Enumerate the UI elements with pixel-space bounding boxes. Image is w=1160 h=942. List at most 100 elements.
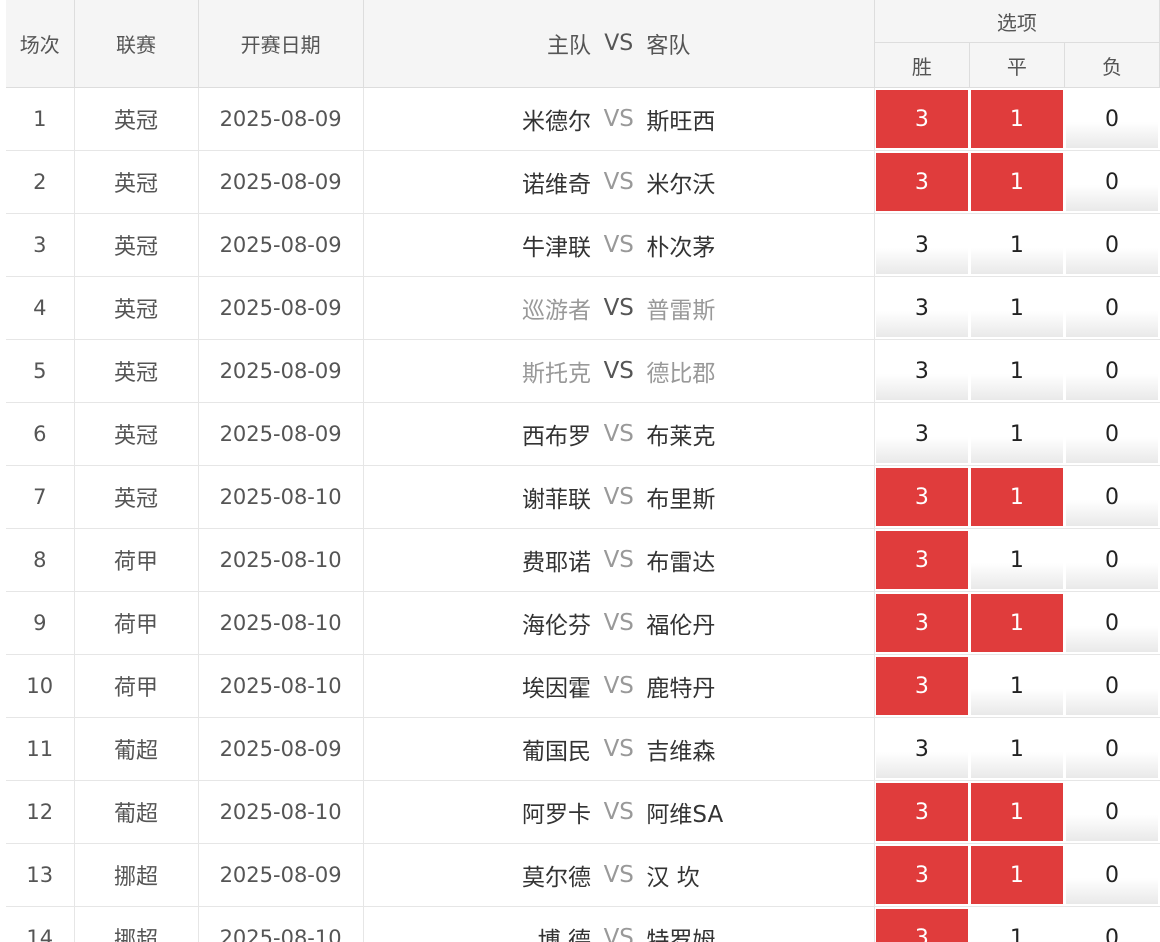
match-number: 10 <box>6 654 75 718</box>
home-team: 莫尔德 <box>522 865 592 891</box>
option-lose-button[interactable]: 0 <box>1065 90 1158 148</box>
away-team: 朴次茅 <box>646 235 716 261</box>
away-team: 阿维SA <box>646 802 724 828</box>
option-win-button[interactable]: 3 <box>875 468 968 526</box>
league-name: 英冠 <box>74 339 199 403</box>
option-lose-button[interactable]: 0 <box>1065 657 1158 715</box>
option-win-button[interactable]: 3 <box>875 153 968 211</box>
option-draw-button[interactable]: 1 <box>970 720 1063 778</box>
match-cell: 谢菲联 VS 布里斯 <box>363 465 875 529</box>
header-home: 主队 <box>547 33 592 59</box>
option-draw-button[interactable]: 1 <box>970 846 1063 904</box>
vs-label: VS <box>603 799 634 825</box>
away-team: 特罗姆 <box>646 928 716 942</box>
option-draw-button[interactable]: 1 <box>970 594 1063 652</box>
match-cell: 米德尔 VS 斯旺西 <box>363 87 875 151</box>
match-date: 2025-08-10 <box>198 465 364 529</box>
option-lose-button[interactable]: 0 <box>1065 594 1158 652</box>
option-win-button[interactable]: 3 <box>875 909 968 942</box>
option-lose-button[interactable]: 0 <box>1065 342 1158 400</box>
match-number: 1 <box>6 87 75 151</box>
option-win-button[interactable]: 3 <box>875 657 968 715</box>
option-lose-button[interactable]: 0 <box>1065 846 1158 904</box>
vs-label: VS <box>603 232 634 258</box>
home-team: 葡国民 <box>522 739 592 765</box>
option-lose-button[interactable]: 0 <box>1065 720 1158 778</box>
away-team: 汉 坎 <box>646 865 700 891</box>
away-team: 斯旺西 <box>646 109 716 135</box>
option-lose-button[interactable]: 0 <box>1065 783 1158 841</box>
option-win-button[interactable]: 3 <box>875 216 968 274</box>
option-draw-button[interactable]: 1 <box>970 342 1063 400</box>
table-row: 6 英冠 2025-08-09 西布罗 VS 布莱克 3 1 0 <box>6 402 1160 466</box>
header-date: 开赛日期 <box>198 0 364 88</box>
table-row: 9 荷甲 2025-08-10 海伦芬 VS 福伦丹 3 1 0 <box>6 591 1160 655</box>
option-draw-button[interactable]: 1 <box>970 279 1063 337</box>
option-draw-button[interactable]: 1 <box>970 405 1063 463</box>
league-name: 英冠 <box>74 402 199 466</box>
home-team: 费耶诺 <box>522 550 592 576</box>
match-table: 场次 联赛 开赛日期 主队 VS 客队 选项 胜 平 负 1 英冠 2025-08-… <box>6 0 1160 942</box>
league-name: 挪超 <box>74 906 199 942</box>
option-lose-button[interactable]: 0 <box>1065 216 1158 274</box>
match-number: 2 <box>6 150 75 214</box>
match-date: 2025-08-10 <box>198 591 364 655</box>
option-lose-button[interactable]: 0 <box>1065 153 1158 211</box>
match-number: 8 <box>6 528 75 592</box>
option-win-button[interactable]: 3 <box>875 531 968 589</box>
option-draw-button[interactable]: 1 <box>970 153 1063 211</box>
option-draw-button[interactable]: 1 <box>970 216 1063 274</box>
option-lose-button[interactable]: 0 <box>1065 909 1158 942</box>
header-league: 联赛 <box>74 0 199 88</box>
option-lose-button[interactable]: 0 <box>1065 468 1158 526</box>
match-cell: 阿罗卡 VS 阿维SA <box>363 780 875 844</box>
home-team: 海伦芬 <box>522 613 592 639</box>
vs-label: VS <box>603 169 634 195</box>
option-win-button[interactable]: 3 <box>875 720 968 778</box>
table-row: 2 英冠 2025-08-09 诺维奇 VS 米尔沃 3 1 0 <box>6 150 1160 214</box>
match-number: 5 <box>6 339 75 403</box>
option-draw-button[interactable]: 1 <box>970 531 1063 589</box>
match-number: 6 <box>6 402 75 466</box>
match-cell: 海伦芬 VS 福伦丹 <box>363 591 875 655</box>
option-win-button[interactable]: 3 <box>875 405 968 463</box>
option-draw-button[interactable]: 1 <box>970 657 1063 715</box>
option-lose-button[interactable]: 0 <box>1065 405 1158 463</box>
away-team: 福伦丹 <box>646 613 716 639</box>
table-row: 1 英冠 2025-08-09 米德尔 VS 斯旺西 3 1 0 <box>6 87 1160 151</box>
option-lose-button[interactable]: 0 <box>1065 279 1158 337</box>
option-win-button[interactable]: 3 <box>875 279 968 337</box>
away-team: 德比郡 <box>646 361 716 387</box>
match-cell: 博 德 VS 特罗姆 <box>363 906 875 942</box>
option-win-button[interactable]: 3 <box>875 90 968 148</box>
header-no: 场次 <box>6 0 75 88</box>
header-vs: VS <box>604 31 634 56</box>
vs-label: VS <box>603 421 634 447</box>
match-cell: 斯托克 VS 德比郡 <box>363 339 875 403</box>
home-team: 阿罗卡 <box>522 802 592 828</box>
match-number: 11 <box>6 717 75 781</box>
away-team: 布雷达 <box>646 550 716 576</box>
table-row: 8 荷甲 2025-08-10 费耶诺 VS 布雷达 3 1 0 <box>6 528 1160 592</box>
match-date: 2025-08-09 <box>198 717 364 781</box>
vs-label: VS <box>603 484 634 510</box>
option-win-button[interactable]: 3 <box>875 594 968 652</box>
match-number: 12 <box>6 780 75 844</box>
home-team: 牛津联 <box>522 235 592 261</box>
option-draw-button[interactable]: 1 <box>970 90 1063 148</box>
option-lose-button[interactable]: 0 <box>1065 531 1158 589</box>
option-win-button[interactable]: 3 <box>875 783 968 841</box>
option-win-button[interactable]: 3 <box>875 342 968 400</box>
away-team: 布莱克 <box>646 424 716 450</box>
home-team: 诺维奇 <box>522 172 592 198</box>
option-draw-button[interactable]: 1 <box>970 468 1063 526</box>
vs-label: VS <box>603 673 634 699</box>
option-win-button[interactable]: 3 <box>875 846 968 904</box>
option-draw-button[interactable]: 1 <box>970 909 1063 942</box>
header-away: 客队 <box>646 33 691 59</box>
header-win: 胜 <box>874 42 970 88</box>
option-draw-button[interactable]: 1 <box>970 783 1063 841</box>
header-lose: 负 <box>1064 42 1160 88</box>
match-date: 2025-08-09 <box>198 276 364 340</box>
header-options: 选项 <box>874 0 1160 43</box>
